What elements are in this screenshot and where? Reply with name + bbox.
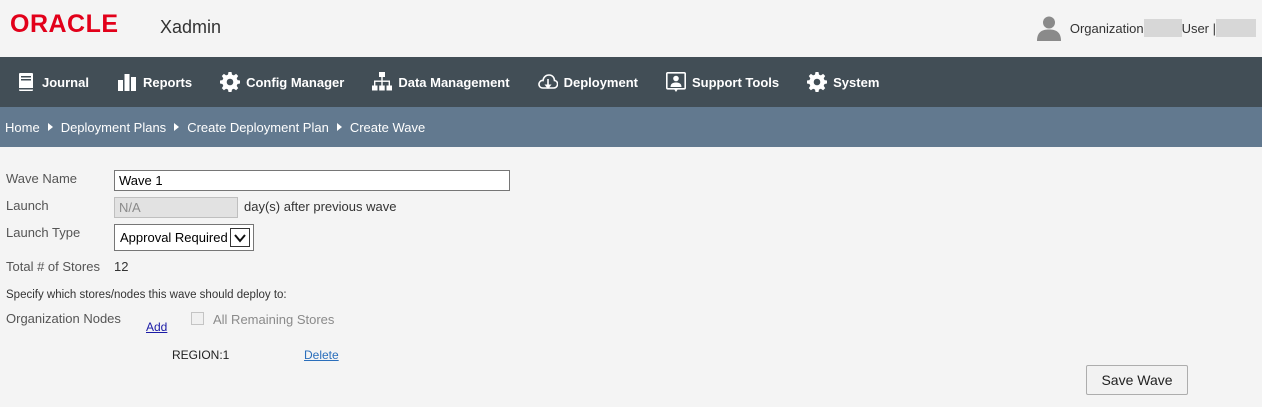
- node-name: REGION:1: [172, 348, 230, 362]
- organization-label: Organization: [1069, 20, 1144, 36]
- launch-type-select[interactable]: Approval Required: [114, 224, 254, 251]
- nav-reports[interactable]: Reports: [117, 72, 192, 92]
- breadcrumb-arrow-icon: [174, 123, 180, 131]
- total-stores-label: Total # of Stores: [6, 259, 100, 274]
- delete-node-link[interactable]: Delete: [304, 348, 339, 362]
- oracle-logo: ORACLE: [10, 10, 119, 38]
- nav-system-label: System: [833, 74, 880, 90]
- cloud-download-icon: [537, 74, 558, 89]
- user-icon[interactable]: [1036, 15, 1062, 41]
- save-wave-button[interactable]: Save Wave: [1086, 365, 1188, 395]
- all-remaining-stores-checkbox: [191, 312, 204, 325]
- nav-support-tools[interactable]: Support Tools: [665, 72, 780, 92]
- breadcrumb-arrow-icon: [47, 123, 53, 131]
- breadcrumb-create-wave: Create Wave: [349, 119, 426, 135]
- nav-reports-label: Reports: [142, 74, 193, 90]
- launch-type-label: Launch Type: [6, 225, 81, 240]
- all-remaining-stores-label: All Remaining Stores: [213, 312, 335, 327]
- nav-data-management[interactable]: Data Management: [372, 72, 510, 92]
- chevron-down-icon[interactable]: [230, 228, 250, 247]
- nav-system[interactable]: System: [807, 72, 879, 92]
- bar-chart-icon: [117, 74, 136, 91]
- app-name: Xadmin: [160, 17, 222, 37]
- total-stores-value: 12: [114, 259, 129, 274]
- main-nav: Journal Reports Config Manager Data Mana…: [0, 57, 1262, 107]
- add-node-link[interactable]: Add: [146, 320, 167, 334]
- nav-config-manager[interactable]: Config Manager: [220, 72, 344, 92]
- user-area: Organization User |: [1036, 14, 1256, 42]
- user-value-redacted: [1216, 19, 1256, 37]
- nav-data-management-label: Data Management: [398, 74, 510, 90]
- organization-nodes-label: Organization Nodes: [6, 311, 121, 326]
- launch-days-input: [114, 197, 238, 218]
- organization-value-redacted: [1143, 19, 1182, 37]
- nav-deployment[interactable]: Deployment: [537, 72, 638, 92]
- wave-name-label: Wave Name: [6, 171, 78, 186]
- breadcrumb-arrow-icon: [336, 123, 342, 131]
- nav-config-manager-label: Config Manager: [246, 74, 345, 90]
- nav-support-tools-label: Support Tools: [691, 74, 780, 90]
- launch-suffix: day(s) after previous wave: [244, 199, 397, 214]
- app-header: ORACLE Xadmin Organization User |: [0, 0, 1262, 57]
- launch-type-selected-value: Approval Required: [120, 230, 228, 245]
- gear-icon: [807, 72, 828, 92]
- hierarchy-icon: [372, 72, 393, 91]
- nav-journal[interactable]: Journal: [16, 72, 89, 92]
- support-user-icon: [665, 72, 686, 92]
- user-label: User |: [1181, 20, 1216, 36]
- instructions-text: Specify which stores/nodes this wave sho…: [6, 289, 287, 301]
- breadcrumb-deployment-plans[interactable]: Deployment Plans: [61, 120, 167, 135]
- gear-icon: [220, 72, 241, 92]
- nav-journal-label: Journal: [42, 74, 89, 90]
- breadcrumb-home[interactable]: Home: [5, 120, 40, 135]
- wave-name-input[interactable]: [114, 170, 510, 191]
- launch-label: Launch: [6, 198, 49, 213]
- breadcrumb: Home Deployment Plans Create Deployment …: [0, 107, 1262, 147]
- breadcrumb-create-deployment-plan[interactable]: Create Deployment Plan: [187, 120, 329, 135]
- book-icon: [19, 73, 33, 91]
- nav-deployment-label: Deployment: [563, 74, 638, 90]
